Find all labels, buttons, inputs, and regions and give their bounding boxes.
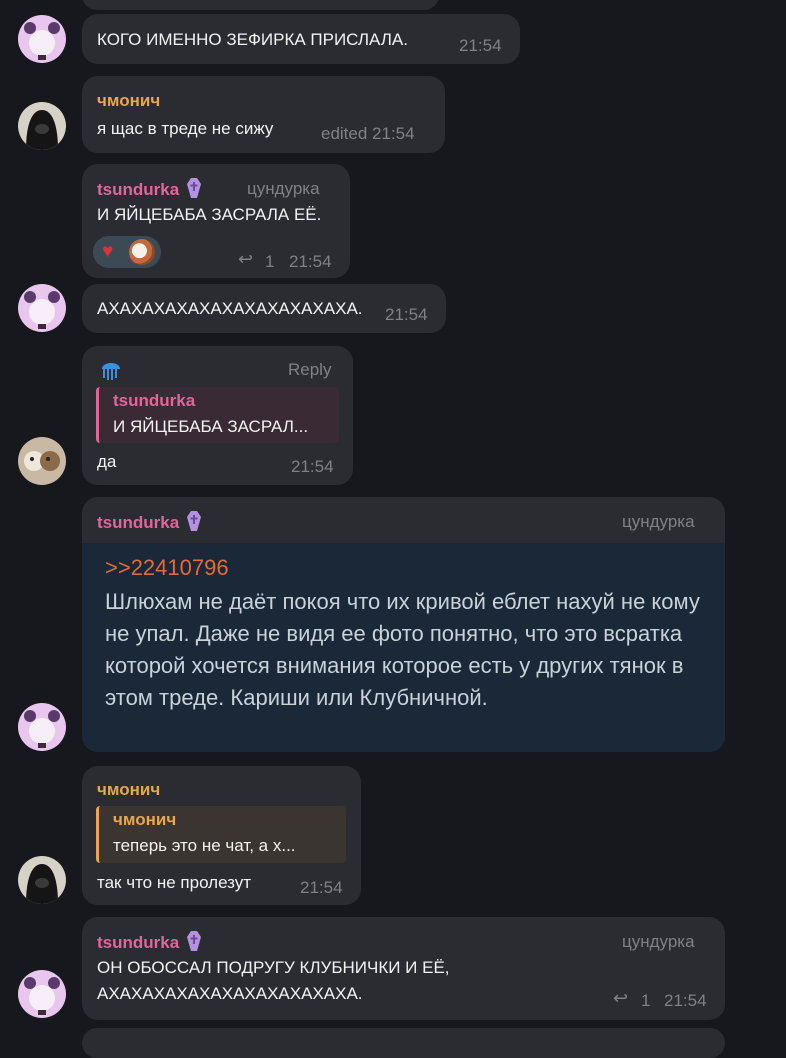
avatar-chmonich[interactable] — [18, 856, 66, 904]
avatar-tsundurka[interactable] — [18, 970, 66, 1018]
avatar-tsundurka[interactable] — [18, 284, 66, 332]
member-rank: цундурка — [622, 932, 695, 951]
message-bubble[interactable]: АХАХАХАХАХАХАХАХАХАХАХА. 21:54 — [82, 284, 446, 333]
message-text: так что не пролезут — [97, 873, 252, 892]
message-time: 21:54 — [385, 305, 428, 324]
message-bubble[interactable]: tsundurka цундурка ОН ОБОССАЛ ПОДРУГУ КЛ… — [82, 917, 725, 1020]
sender-name[interactable]: tsundurka — [97, 178, 202, 200]
message-text: я щас в треде не сижу — [97, 119, 274, 138]
message-text-line: ОН ОБОССАЛ ПОДРУГУ КЛУБНИЧКИ И ЕЁ, — [97, 958, 450, 977]
avatar-tsundurka[interactable] — [18, 703, 66, 751]
avatar-user[interactable] — [18, 437, 66, 485]
reactor-avatar — [129, 239, 155, 265]
message-time: 21:54 — [300, 878, 343, 897]
forwarded-post: >>22410796 Шлюхам не даёт покоя что их к… — [82, 543, 725, 752]
quote-sender: чмонич — [113, 810, 177, 829]
quoted-message[interactable]: tsundurka И ЯЙЦЕБАБА ЗАСРАЛ... — [96, 387, 339, 443]
avatar-tsundurka[interactable] — [18, 15, 66, 63]
message-bubble[interactable]: tsundurka цундурка И ЯЙЦЕБАБА ЗАСРАЛА ЕЁ… — [82, 164, 350, 278]
quoted-message[interactable]: чмонич теперь это не чат, а х... — [96, 806, 346, 863]
quote-text: теперь это не чат, а х... — [113, 836, 296, 855]
reply-label[interactable]: Reply — [288, 360, 331, 380]
sender-name[interactable]: tsundurka — [97, 931, 202, 953]
previous-message-bubble — [82, 0, 439, 10]
reaction-chip[interactable]: ♥ — [93, 236, 161, 268]
sender-name-text: tsundurka — [97, 513, 180, 532]
sender-name[interactable]: tsundurka — [97, 511, 202, 533]
message-bubble[interactable]: Reply tsundurka И ЯЙЦЕБАБА ЗАСРАЛ... да … — [82, 346, 353, 485]
sender-name[interactable]: чмонич — [97, 91, 160, 111]
sender-name-text: tsundurka — [97, 180, 180, 199]
message-bubble[interactable]: чмонич я щас в треде не сижу edited 21:5… — [82, 76, 445, 153]
message-time: edited 21:54 — [321, 124, 415, 143]
message-text: АХАХАХАХАХАХАХАХАХАХАХА. — [97, 299, 363, 318]
quote-sender: tsundurka — [113, 391, 196, 410]
post-body-text: Шлюхам не даёт покоя что их кривой еблет… — [105, 589, 700, 710]
avatar-chmonich[interactable] — [18, 102, 66, 150]
message-bubble[interactable]: КОГО ИМЕННО ЗЕФИРКА ПРИСЛАЛА. 21:54 — [82, 14, 520, 64]
message-text: КОГО ИМЕННО ЗЕФИРКА ПРИСЛАЛА. — [97, 30, 408, 49]
sender-name-text: tsundurka — [97, 933, 180, 952]
message-bubble[interactable]: чмонич чмонич теперь это не чат, а х... … — [82, 766, 361, 905]
jellyfish-emoji-icon — [100, 358, 122, 382]
coffin-emoji-icon — [187, 931, 202, 951]
member-rank: цундурка — [622, 512, 695, 531]
message-time: 21:54 — [459, 36, 502, 55]
message-text: И ЯЙЦЕБАБА ЗАСРАЛА ЕЁ. — [97, 205, 322, 224]
reply-count[interactable]: 1 — [641, 991, 650, 1011]
message-time: 21:54 — [664, 991, 707, 1010]
heart-reaction-icon: ♥ — [102, 241, 114, 262]
reply-arrow-icon[interactable]: ↩ — [238, 249, 253, 270]
reply-arrow-icon[interactable]: ↩ — [613, 988, 628, 1009]
coffin-emoji-icon — [187, 178, 202, 198]
coffin-emoji-icon — [187, 511, 202, 531]
message-text-line: АХАХАХАХАХАХАХАХАХАХАХА. — [97, 984, 363, 1003]
quote-text: И ЯЙЦЕБАБА ЗАСРАЛ... — [113, 417, 309, 436]
reply-count[interactable]: 1 — [265, 252, 274, 272]
member-rank: цундурка — [247, 179, 320, 198]
message-time: 21:54 — [291, 457, 334, 476]
message-text: да — [97, 452, 117, 471]
sender-name[interactable]: чмонич — [97, 780, 160, 800]
message-time: 21:54 — [289, 252, 332, 271]
post-reference-link[interactable]: >>22410796 — [105, 555, 229, 581]
